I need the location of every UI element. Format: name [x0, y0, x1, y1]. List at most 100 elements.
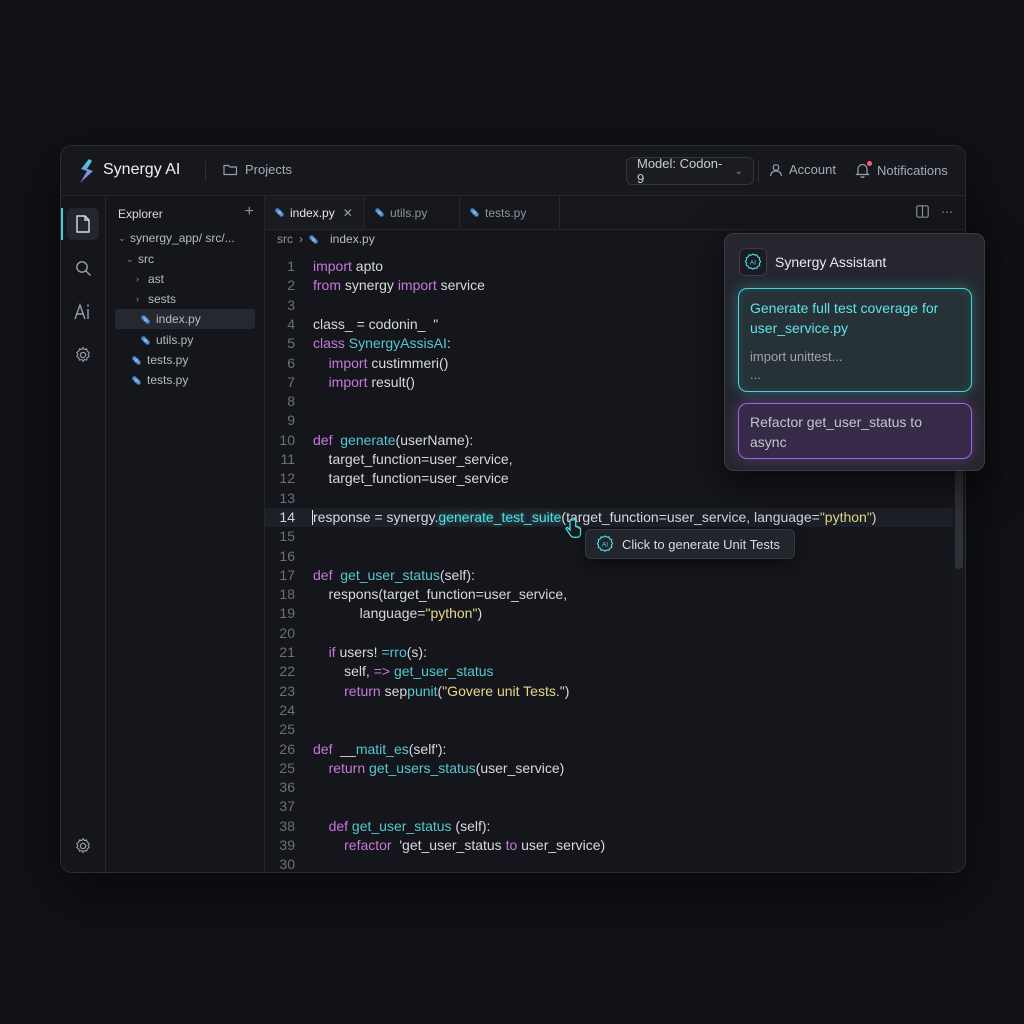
python-file-icon [375, 208, 384, 217]
tree-item-label: ast [148, 272, 165, 286]
close-icon[interactable]: ✕ [343, 206, 353, 220]
line-number: 36 [279, 779, 295, 796]
split-editor-icon[interactable] [916, 205, 929, 218]
files-icon [76, 215, 90, 233]
chevron-right-icon: › [136, 294, 139, 304]
line-number: 1 [287, 258, 295, 274]
code-line[interactable]: 30 [265, 855, 953, 872]
explorer-activity-button[interactable] [67, 208, 99, 240]
line-number: 21 [279, 644, 295, 660]
search-activity-button[interactable] [67, 252, 99, 284]
code-line[interactable]: 21 if users! =rro(s): [265, 643, 953, 662]
folder-icon [223, 164, 238, 176]
line-number: 14 [279, 508, 295, 525]
account-button[interactable]: Account [769, 162, 836, 177]
code-line[interactable]: 14 response = synergy.generate_test_suite… [265, 507, 953, 527]
tree-folder-ast[interactable]: › ast [106, 269, 264, 289]
bottom-settings-button[interactable] [67, 830, 99, 862]
code-line[interactable]: 39 refactor 'get_user_status to user_ser… [265, 836, 953, 855]
tab-tests-py[interactable]: tests.py [460, 196, 560, 229]
refactor-suggestion[interactable]: Refactor get_user_status to async [738, 403, 972, 459]
line-number: 6 [287, 354, 295, 371]
code-text: def generate(userName): [313, 431, 474, 448]
tree-file-index-py[interactable]: index.py [115, 309, 255, 329]
line-number: 22 [279, 663, 295, 680]
assistant-header: AI Synergy Assistant [739, 248, 886, 276]
code-line[interactable]: 22 self, => get_user_status [265, 662, 953, 681]
generate-tests-tooltip[interactable]: AI Click to generate Unit Tests [585, 529, 795, 559]
code-text: self, => get_user_status [313, 663, 494, 680]
active-indicator [61, 208, 63, 240]
code-line[interactable]: 20 [265, 624, 953, 643]
line-number: 37 [279, 798, 295, 815]
gear-icon [76, 346, 90, 363]
code-line[interactable]: 37 [265, 797, 953, 816]
tree-item-label: utils.py [156, 333, 194, 347]
code-line[interactable]: 25 return get_users_status(user_service) [265, 759, 953, 778]
suggestion-title: Generate full test coverage for user_ser… [750, 300, 939, 336]
code-text: import apto [313, 258, 384, 274]
code-line[interactable]: 13 [265, 489, 953, 508]
user-icon [769, 163, 783, 176]
code-line[interactable]: 23 return seppunit("Govere unit Tests.") [265, 682, 953, 701]
projects-link[interactable]: Projects [223, 162, 292, 177]
code-line[interactable]: 26 def __matit_es(self'): [265, 740, 953, 759]
more-icon[interactable]: ⋯ [941, 205, 953, 219]
code-line[interactable]: 19 language="python") [265, 604, 953, 623]
activity-bar [61, 196, 106, 872]
chevron-down-icon: ⌄ [118, 232, 126, 243]
python-file-icon [141, 315, 150, 323]
line-number: 4 [287, 315, 295, 332]
python-file-icon [141, 336, 150, 344]
notifications-button[interactable]: Notifications [855, 161, 948, 179]
settings-activity-button[interactable] [67, 339, 99, 371]
notification-dot [867, 161, 872, 166]
model-select[interactable]: Model: Codon-9 ⌄ [626, 156, 754, 186]
tree-item-label: src [138, 252, 154, 266]
ai-icon: AI [596, 535, 614, 552]
tab-index-py[interactable]: index.py ✕ [265, 196, 365, 229]
search-icon [75, 260, 91, 276]
line-number: 7 [287, 373, 295, 390]
generate-tests-suggestion[interactable]: Generate full test coverage for user_ser… [738, 288, 972, 392]
code-text: def __matit_es(self'): [313, 740, 447, 757]
code-text: return seppunit("Govere unit Tests.") [344, 682, 570, 699]
breadcrumb-root[interactable]: src [277, 232, 293, 246]
line-number: 25 [279, 759, 295, 776]
code-line[interactable]: 17 def get_user_status(self): [265, 566, 953, 585]
settings-icon [76, 837, 90, 854]
breadcrumb: src › index.py [277, 232, 375, 246]
code-text: class SynergyAssisAI: [313, 335, 451, 352]
tree-file-utils-py[interactable]: utils.py [106, 330, 264, 350]
line-number: 11 [280, 451, 295, 467]
code-text: import result() [328, 373, 415, 390]
code-line[interactable]: 18 respons(target_function=user_service, [265, 585, 953, 604]
tree-folder-src[interactable]: ⌄ src [106, 249, 264, 269]
tab-utils-py[interactable]: utils.py [365, 196, 460, 229]
tree-folder-synergy-app[interactable]: ⌄ synergy_app/ src/... [106, 228, 264, 248]
ai-activity-button[interactable] [67, 296, 99, 328]
code-line[interactable]: 24 [265, 701, 953, 720]
plus-icon[interactable]: + [245, 203, 254, 221]
code-text: language="python") [313, 605, 483, 622]
line-number: 8 [287, 393, 295, 410]
svg-text:AI: AI [750, 260, 756, 267]
breadcrumb-file[interactable]: index.py [330, 232, 375, 246]
code-text: respons(target_function=user_service, [313, 586, 568, 603]
tree-folder-sests[interactable]: › sests [106, 289, 264, 309]
tree-item-label: index.py [156, 312, 201, 326]
code-line[interactable]: 38 def get_user_status (self): [265, 817, 953, 836]
python-file-icon [132, 356, 141, 364]
code-text: def get_user_status (self): [328, 817, 491, 834]
explorer-title: Explorer [118, 207, 163, 221]
code-line[interactable]: 36 [265, 778, 953, 797]
line-number: 23 [279, 682, 295, 699]
header-divider [205, 161, 206, 181]
code-text: return get_users_status(user_service) [328, 759, 565, 776]
tree-file-tests-py[interactable]: tests.py [106, 350, 264, 370]
editor-tabs: index.py ✕ utils.py tests.py ⋯ [265, 196, 965, 230]
code-line[interactable]: 25 [265, 720, 953, 739]
tree-file-tests-py-2[interactable]: tests.py [106, 370, 264, 390]
code-line[interactable]: 12 target_function=user_service [265, 469, 953, 488]
line-number: 16 [279, 547, 295, 564]
